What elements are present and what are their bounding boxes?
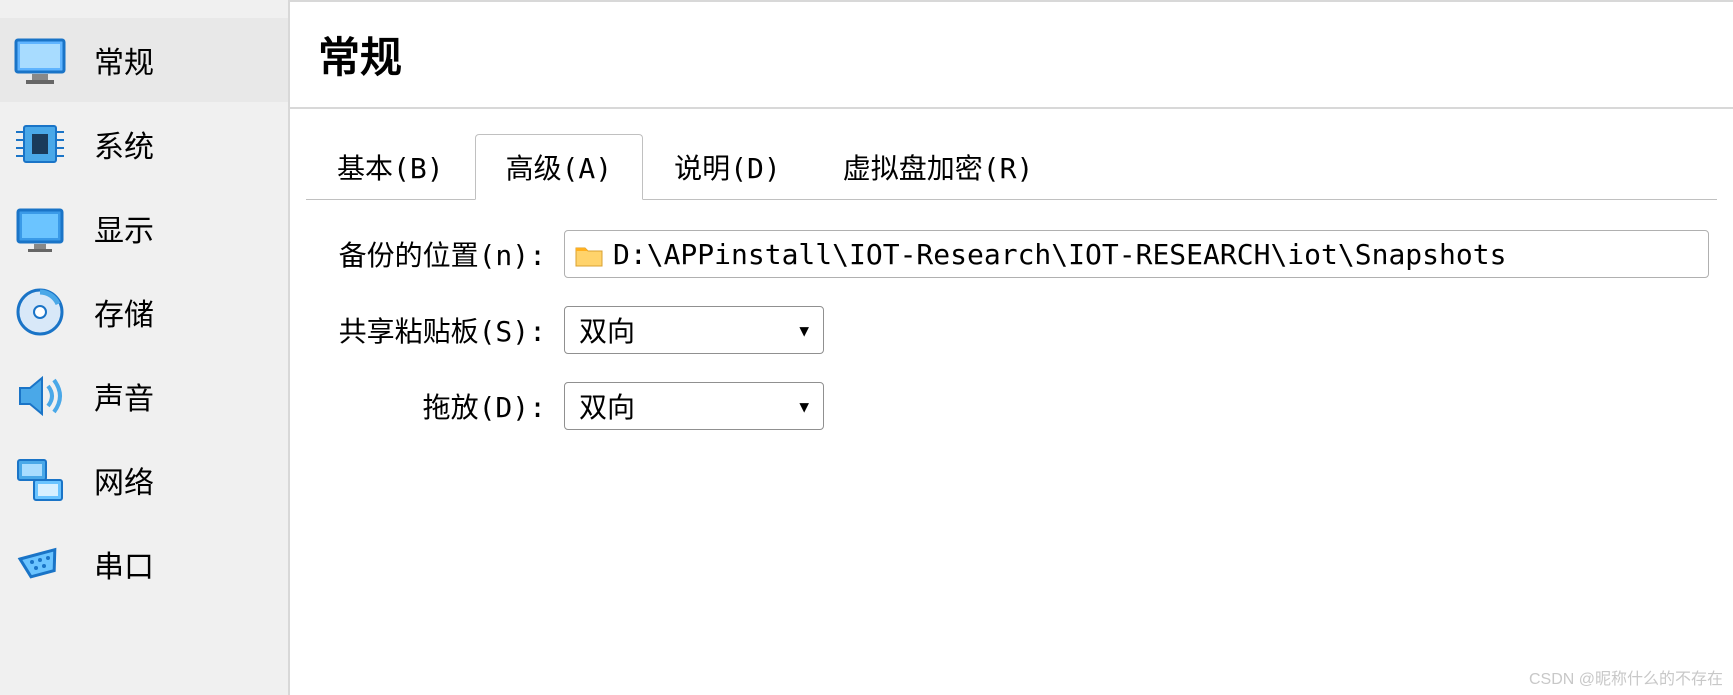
sidebar-item-label: 声音 [94,374,154,418]
sidebar-item-serial[interactable]: 串口 [0,522,288,606]
path-value: D:\APPinstall\IOT-Research\IOT-RESEARCH\… [613,238,1506,271]
dropdown-clipboard[interactable]: 双向 ▼ [564,306,824,354]
sidebar-item-label: 系统 [94,122,154,166]
row-dragdrop: 拖放(D): 双向 ▼ [314,382,1709,430]
folder-icon [575,242,603,266]
disk-icon [12,284,68,340]
watermark: CSDN @昵称什么的不存在 [1529,665,1723,689]
sidebar-item-audio[interactable]: 声音 [0,354,288,438]
chevron-down-icon: ▼ [799,321,809,340]
dropdown-value: 双向 [579,310,635,350]
label-snapshot-location: 备份的位置(n): [314,234,564,274]
form: 备份的位置(n): D:\APPinstall\IOT-Research\IOT… [290,200,1733,488]
page-title: 常规 [290,2,1733,109]
tab-encryption[interactable]: 虚拟盘加密(R) [812,134,1065,200]
sidebar-item-general[interactable]: 常规 [0,18,288,102]
display-icon [12,200,68,256]
sidebar-item-system[interactable]: 系统 [0,102,288,186]
dropdown-dragdrop[interactable]: 双向 ▼ [564,382,824,430]
tabs: 基本(B) 高级(A) 说明(D) 虚拟盘加密(R) [290,109,1733,199]
sidebar-item-network[interactable]: 网络 [0,438,288,522]
sidebar-item-display[interactable]: 显示 [0,186,288,270]
sidebar-item-label: 显示 [94,206,154,250]
dropdown-value: 双向 [579,386,635,426]
sidebar-item-storage[interactable]: 存储 [0,270,288,354]
tab-advanced[interactable]: 高级(A) [475,134,644,200]
sidebar: 常规 系统 显示 存储 声音 网络 串口 [0,0,290,695]
serial-icon [12,536,68,592]
monitor-icon [12,32,68,88]
input-snapshot-location[interactable]: D:\APPinstall\IOT-Research\IOT-RESEARCH\… [564,230,1709,278]
row-snapshot-location: 备份的位置(n): D:\APPinstall\IOT-Research\IOT… [314,230,1709,278]
tab-basic[interactable]: 基本(B) [306,134,475,200]
label-clipboard: 共享粘贴板(S): [314,310,564,350]
tab-description[interactable]: 说明(D) [643,134,812,200]
sidebar-item-label: 网络 [94,458,154,502]
row-clipboard: 共享粘贴板(S): 双向 ▼ [314,306,1709,354]
network-icon [12,452,68,508]
content-pane: 常规 基本(B) 高级(A) 说明(D) 虚拟盘加密(R) 备份的位置(n): … [290,0,1733,695]
sidebar-item-label: 串口 [94,542,154,586]
chevron-down-icon: ▼ [799,397,809,416]
sidebar-item-label: 常规 [94,38,154,82]
speaker-icon [12,368,68,424]
label-dragdrop: 拖放(D): [314,386,564,426]
chip-icon [12,116,68,172]
sidebar-item-label: 存储 [94,290,154,334]
